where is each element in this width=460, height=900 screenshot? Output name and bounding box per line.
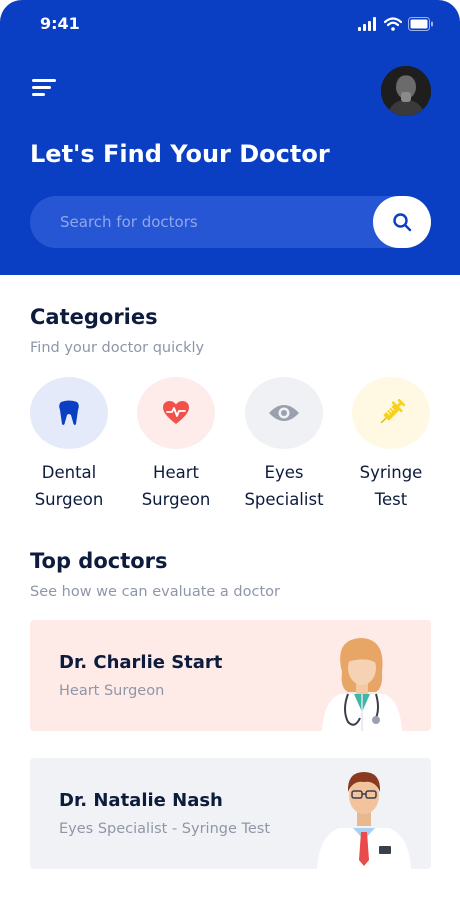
- category-label-line2: Surgeon: [34, 490, 104, 509]
- eye-icon: [269, 405, 299, 421]
- wifi-icon: [384, 17, 402, 31]
- female-doctor-illustration-icon: [322, 638, 402, 731]
- category-label: Syringe Test: [341, 459, 441, 513]
- doctor-card[interactable]: Dr. Natalie Nash Eyes Specialist - Syrin…: [30, 758, 431, 869]
- category-syringe-test[interactable]: Syringe Test: [341, 377, 441, 513]
- top-doctors-title: Top doctors: [30, 549, 168, 573]
- search-button[interactable]: [373, 196, 431, 248]
- header: 9:41 Let's Find Your Doctor Search for d…: [0, 0, 460, 275]
- category-heart-surgeon[interactable]: Heart Surgeon: [126, 377, 226, 513]
- syringe-icon: [380, 398, 406, 424]
- category-label: Heart Surgeon: [126, 459, 226, 513]
- category-icon-circle: [245, 377, 323, 449]
- status-icons: [358, 16, 434, 32]
- category-icon-circle: [137, 377, 215, 449]
- top-doctors-subtitle: See how we can evaluate a doctor: [30, 584, 280, 600]
- category-label-line1: Eyes: [264, 463, 304, 482]
- male-doctor-illustration-icon: [317, 772, 411, 869]
- doctor-card[interactable]: Dr. Charlie Start Heart Surgeon: [30, 620, 431, 731]
- battery-icon: [408, 17, 433, 31]
- category-dental-surgeon[interactable]: Dental Surgeon: [19, 377, 119, 513]
- doctor-specialty: Heart Surgeon: [59, 683, 165, 699]
- category-label-line1: Heart: [153, 463, 199, 482]
- category-label-line2: Test: [374, 490, 408, 509]
- menu-line: [32, 79, 56, 82]
- search-input[interactable]: [30, 196, 370, 248]
- search-bar: [30, 196, 431, 248]
- user-avatar[interactable]: [381, 66, 431, 116]
- menu-line: [32, 86, 51, 89]
- category-label-line1: Syringe: [359, 463, 423, 482]
- heart-icon: [163, 401, 189, 424]
- category-icon-circle: [352, 377, 430, 449]
- page-title: Let's Find Your Doctor: [30, 140, 330, 168]
- app-screen: 9:41 Let's Find Your Doctor Search for d…: [0, 0, 460, 900]
- category-label: Eyes Specialist: [234, 459, 334, 513]
- tooth-icon: [59, 400, 79, 425]
- category-label-line2: Surgeon: [141, 490, 211, 509]
- signal-icon: [358, 17, 376, 31]
- doctor-name: Dr. Natalie Nash: [59, 790, 223, 811]
- search-icon: [393, 213, 412, 232]
- avatar-photo-icon: [381, 66, 431, 116]
- category-label: Dental Surgeon: [19, 459, 119, 513]
- category-label-line2: Specialist: [244, 490, 324, 509]
- category-icon-circle: [30, 377, 108, 449]
- categories-title: Categories: [30, 305, 158, 329]
- categories-subtitle: Find your doctor quickly: [30, 340, 205, 356]
- category-eyes-specialist[interactable]: Eyes Specialist: [234, 377, 334, 513]
- status-time: 9:41: [40, 14, 80, 33]
- doctor-name: Dr. Charlie Start: [59, 652, 223, 673]
- doctor-specialty: Eyes Specialist - Syringe Test: [59, 821, 271, 837]
- category-label-line1: Dental: [41, 463, 97, 482]
- menu-line: [32, 93, 45, 96]
- menu-button[interactable]: [32, 79, 58, 99]
